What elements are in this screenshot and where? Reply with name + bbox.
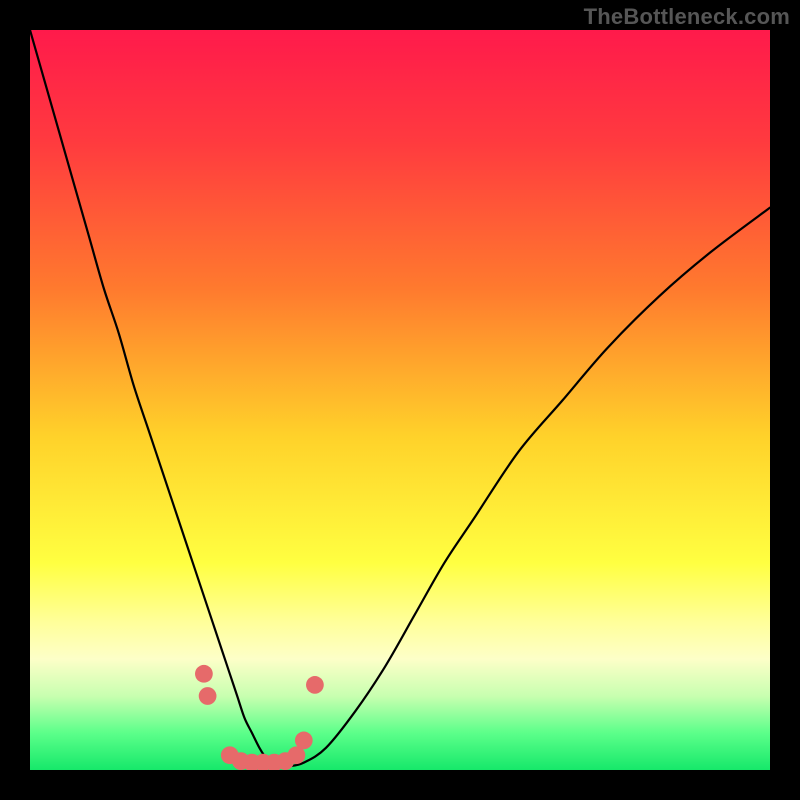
- data-marker: [195, 665, 213, 683]
- data-marker: [295, 732, 313, 750]
- bottleneck-chart: [30, 30, 770, 770]
- gradient-background: [30, 30, 770, 770]
- watermark-text: TheBottleneck.com: [584, 4, 790, 30]
- chart-frame: TheBottleneck.com: [0, 0, 800, 800]
- data-marker: [306, 676, 324, 694]
- plot-area: [30, 30, 770, 770]
- data-marker: [199, 687, 217, 705]
